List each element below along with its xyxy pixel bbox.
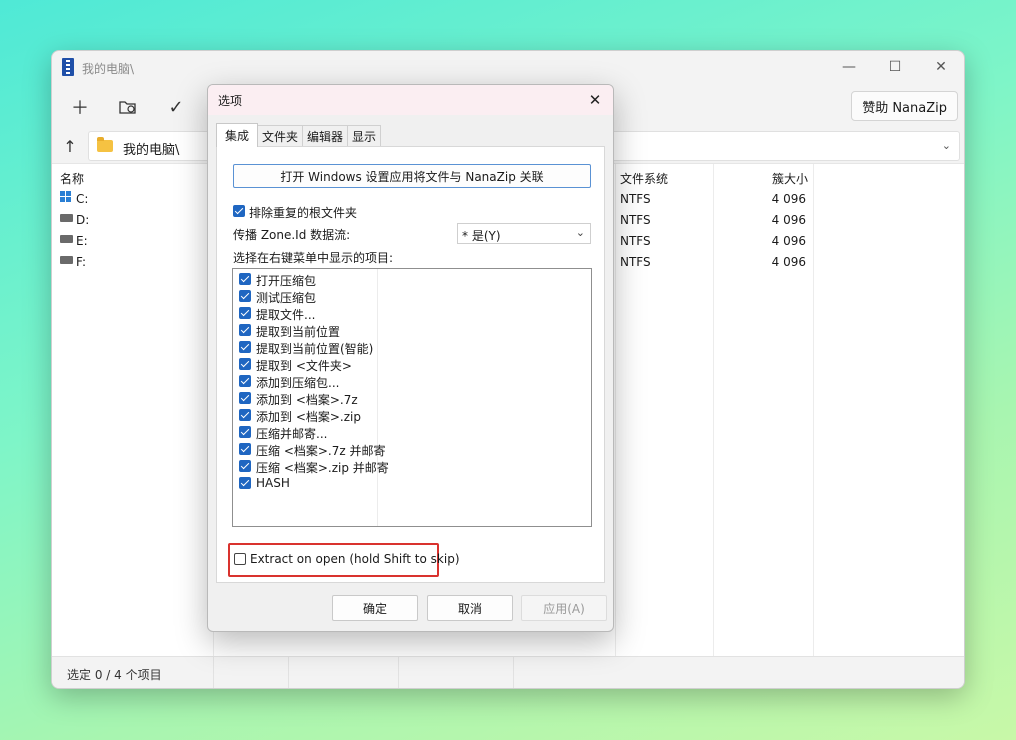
drive-icon [60, 214, 73, 222]
column-header-name[interactable]: 名称 [60, 170, 84, 187]
window-controls: — ☐ ✕ [826, 51, 964, 83]
item-checkbox[interactable] [239, 273, 251, 285]
close-icon[interactable]: ✕ [583, 88, 607, 112]
item-label: 添加到压缩包... [256, 376, 340, 390]
extract-on-open-label: Extract on open (hold Shift to skip) [250, 552, 460, 566]
zone-id-label: 传播 Zone.Id 数据流: [233, 228, 351, 242]
item-checkbox[interactable] [239, 290, 251, 302]
chevron-down-icon: ⌄ [575, 226, 585, 239]
address-path: 我的电脑\ [123, 143, 180, 158]
chevron-down-icon[interactable]: ⌄ [942, 139, 951, 152]
status-separator [288, 657, 289, 688]
add-icon[interactable]: ＋ [64, 93, 96, 121]
item-checkbox[interactable] [239, 477, 251, 489]
minimize-icon[interactable]: — [826, 51, 872, 83]
drive-name: D: [76, 213, 90, 227]
item-checkbox[interactable] [239, 324, 251, 336]
window-title: 我的电脑\ [82, 62, 135, 76]
sponsor-button[interactable]: 赞助 NanaZip [851, 91, 958, 121]
drive-cluster-size: 4 096 [771, 234, 806, 248]
item-label: 添加到 <档案>.7z [256, 393, 358, 407]
arrow-up-icon[interactable]: ↑ [56, 133, 84, 159]
nanazip-app-icon [62, 58, 74, 76]
context-menu-label: 选择在右键菜单中显示的项目: [233, 251, 394, 265]
drive-cluster-size: 4 096 [771, 255, 806, 269]
tab-panel-integration: 打开 Windows 设置应用将文件与 NanaZip 关联 排除重复的根文件夹… [216, 146, 605, 583]
item-label: 测试压缩包 [256, 291, 317, 305]
drive-cluster-size: 4 096 [771, 213, 806, 227]
check-icon[interactable]: ✓ [160, 93, 192, 121]
extract-on-open-checkbox[interactable] [234, 553, 246, 565]
item-checkbox[interactable] [239, 341, 251, 353]
item-label: 添加到 <档案>.zip [256, 410, 361, 424]
drive-icon [60, 235, 73, 243]
title-bar: 我的电脑\ — ☐ ✕ [52, 51, 964, 83]
windows-drive-icon [60, 191, 72, 203]
context-menu-items-list[interactable]: 打开压缩包 测试压缩包 提取文件... 提取到当前位置 提取到当前位置(智能) … [232, 268, 592, 527]
drive-name: E: [76, 234, 88, 248]
tab-folder[interactable]: 文件夹 [257, 125, 304, 147]
item-label: 压缩 <档案>.zip 并邮寄 [256, 461, 389, 475]
status-text: 选定 0 / 4 个项目 [67, 668, 162, 682]
column-header-cluster-size[interactable]: 簇大小 [772, 170, 808, 187]
zone-id-value: * 是(Y) [462, 229, 501, 243]
item-checkbox[interactable] [239, 392, 251, 404]
item-checkbox[interactable] [239, 358, 251, 370]
maximize-icon[interactable]: ☐ [872, 51, 918, 83]
cancel-button[interactable]: 取消 [427, 595, 513, 621]
dialog-title: 选项 [218, 94, 243, 108]
drive-filesystem: NTFS [620, 192, 651, 206]
tab-display[interactable]: 显示 [347, 125, 382, 147]
tab-strip: 集成 文件夹 编辑器 显示 [216, 123, 382, 147]
item-label: 提取到当前位置 [256, 325, 341, 339]
item-label: 压缩并邮寄... [256, 427, 328, 441]
eliminate-dup-root-label: 排除重复的根文件夹 [249, 206, 358, 220]
item-checkbox[interactable] [239, 409, 251, 421]
status-separator [213, 657, 214, 688]
zone-id-select[interactable]: * 是(Y) ⌄ [457, 223, 591, 244]
status-separator [398, 657, 399, 688]
drive-filesystem: NTFS [620, 234, 651, 248]
item-checkbox[interactable] [239, 460, 251, 472]
column-header-filesystem[interactable]: 文件系统 [620, 170, 668, 187]
item-label: 提取到 <文件夹> [256, 359, 352, 373]
ok-button[interactable]: 确定 [332, 595, 418, 621]
item-label: 提取到当前位置(智能) [256, 342, 374, 356]
drive-name: F: [76, 255, 87, 269]
drive-filesystem: NTFS [620, 213, 651, 227]
item-label: 打开压缩包 [256, 274, 317, 288]
dialog-title-bar: 选项 ✕ [208, 85, 613, 115]
list-column-separator [377, 269, 378, 526]
eliminate-dup-root-checkbox[interactable] [233, 205, 245, 217]
item-checkbox[interactable] [239, 375, 251, 387]
apply-button[interactable]: 应用(A) [521, 595, 607, 621]
folder-icon [97, 137, 113, 152]
item-label: 压缩 <档案>.7z 并邮寄 [256, 444, 386, 458]
item-label: HASH [256, 476, 290, 490]
item-checkbox[interactable] [239, 443, 251, 455]
status-bar: 选定 0 / 4 个项目 [52, 656, 964, 688]
close-icon[interactable]: ✕ [918, 51, 964, 83]
item-checkbox[interactable] [239, 307, 251, 319]
status-separator [513, 657, 514, 688]
tab-editor[interactable]: 编辑器 [302, 125, 349, 147]
drive-filesystem: NTFS [620, 255, 651, 269]
folder-extract-icon[interactable] [112, 93, 144, 121]
associate-files-button[interactable]: 打开 Windows 设置应用将文件与 NanaZip 关联 [233, 164, 591, 188]
item-checkbox[interactable] [239, 426, 251, 438]
drive-icon [60, 256, 73, 264]
drive-name: C: [76, 192, 89, 206]
options-dialog: 选项 ✕ 集成 文件夹 编辑器 显示 打开 Windows 设置应用将文件与 N… [207, 84, 614, 632]
drive-cluster-size: 4 096 [771, 192, 806, 206]
tab-integration[interactable]: 集成 [216, 123, 259, 147]
item-label: 提取文件... [256, 308, 316, 322]
